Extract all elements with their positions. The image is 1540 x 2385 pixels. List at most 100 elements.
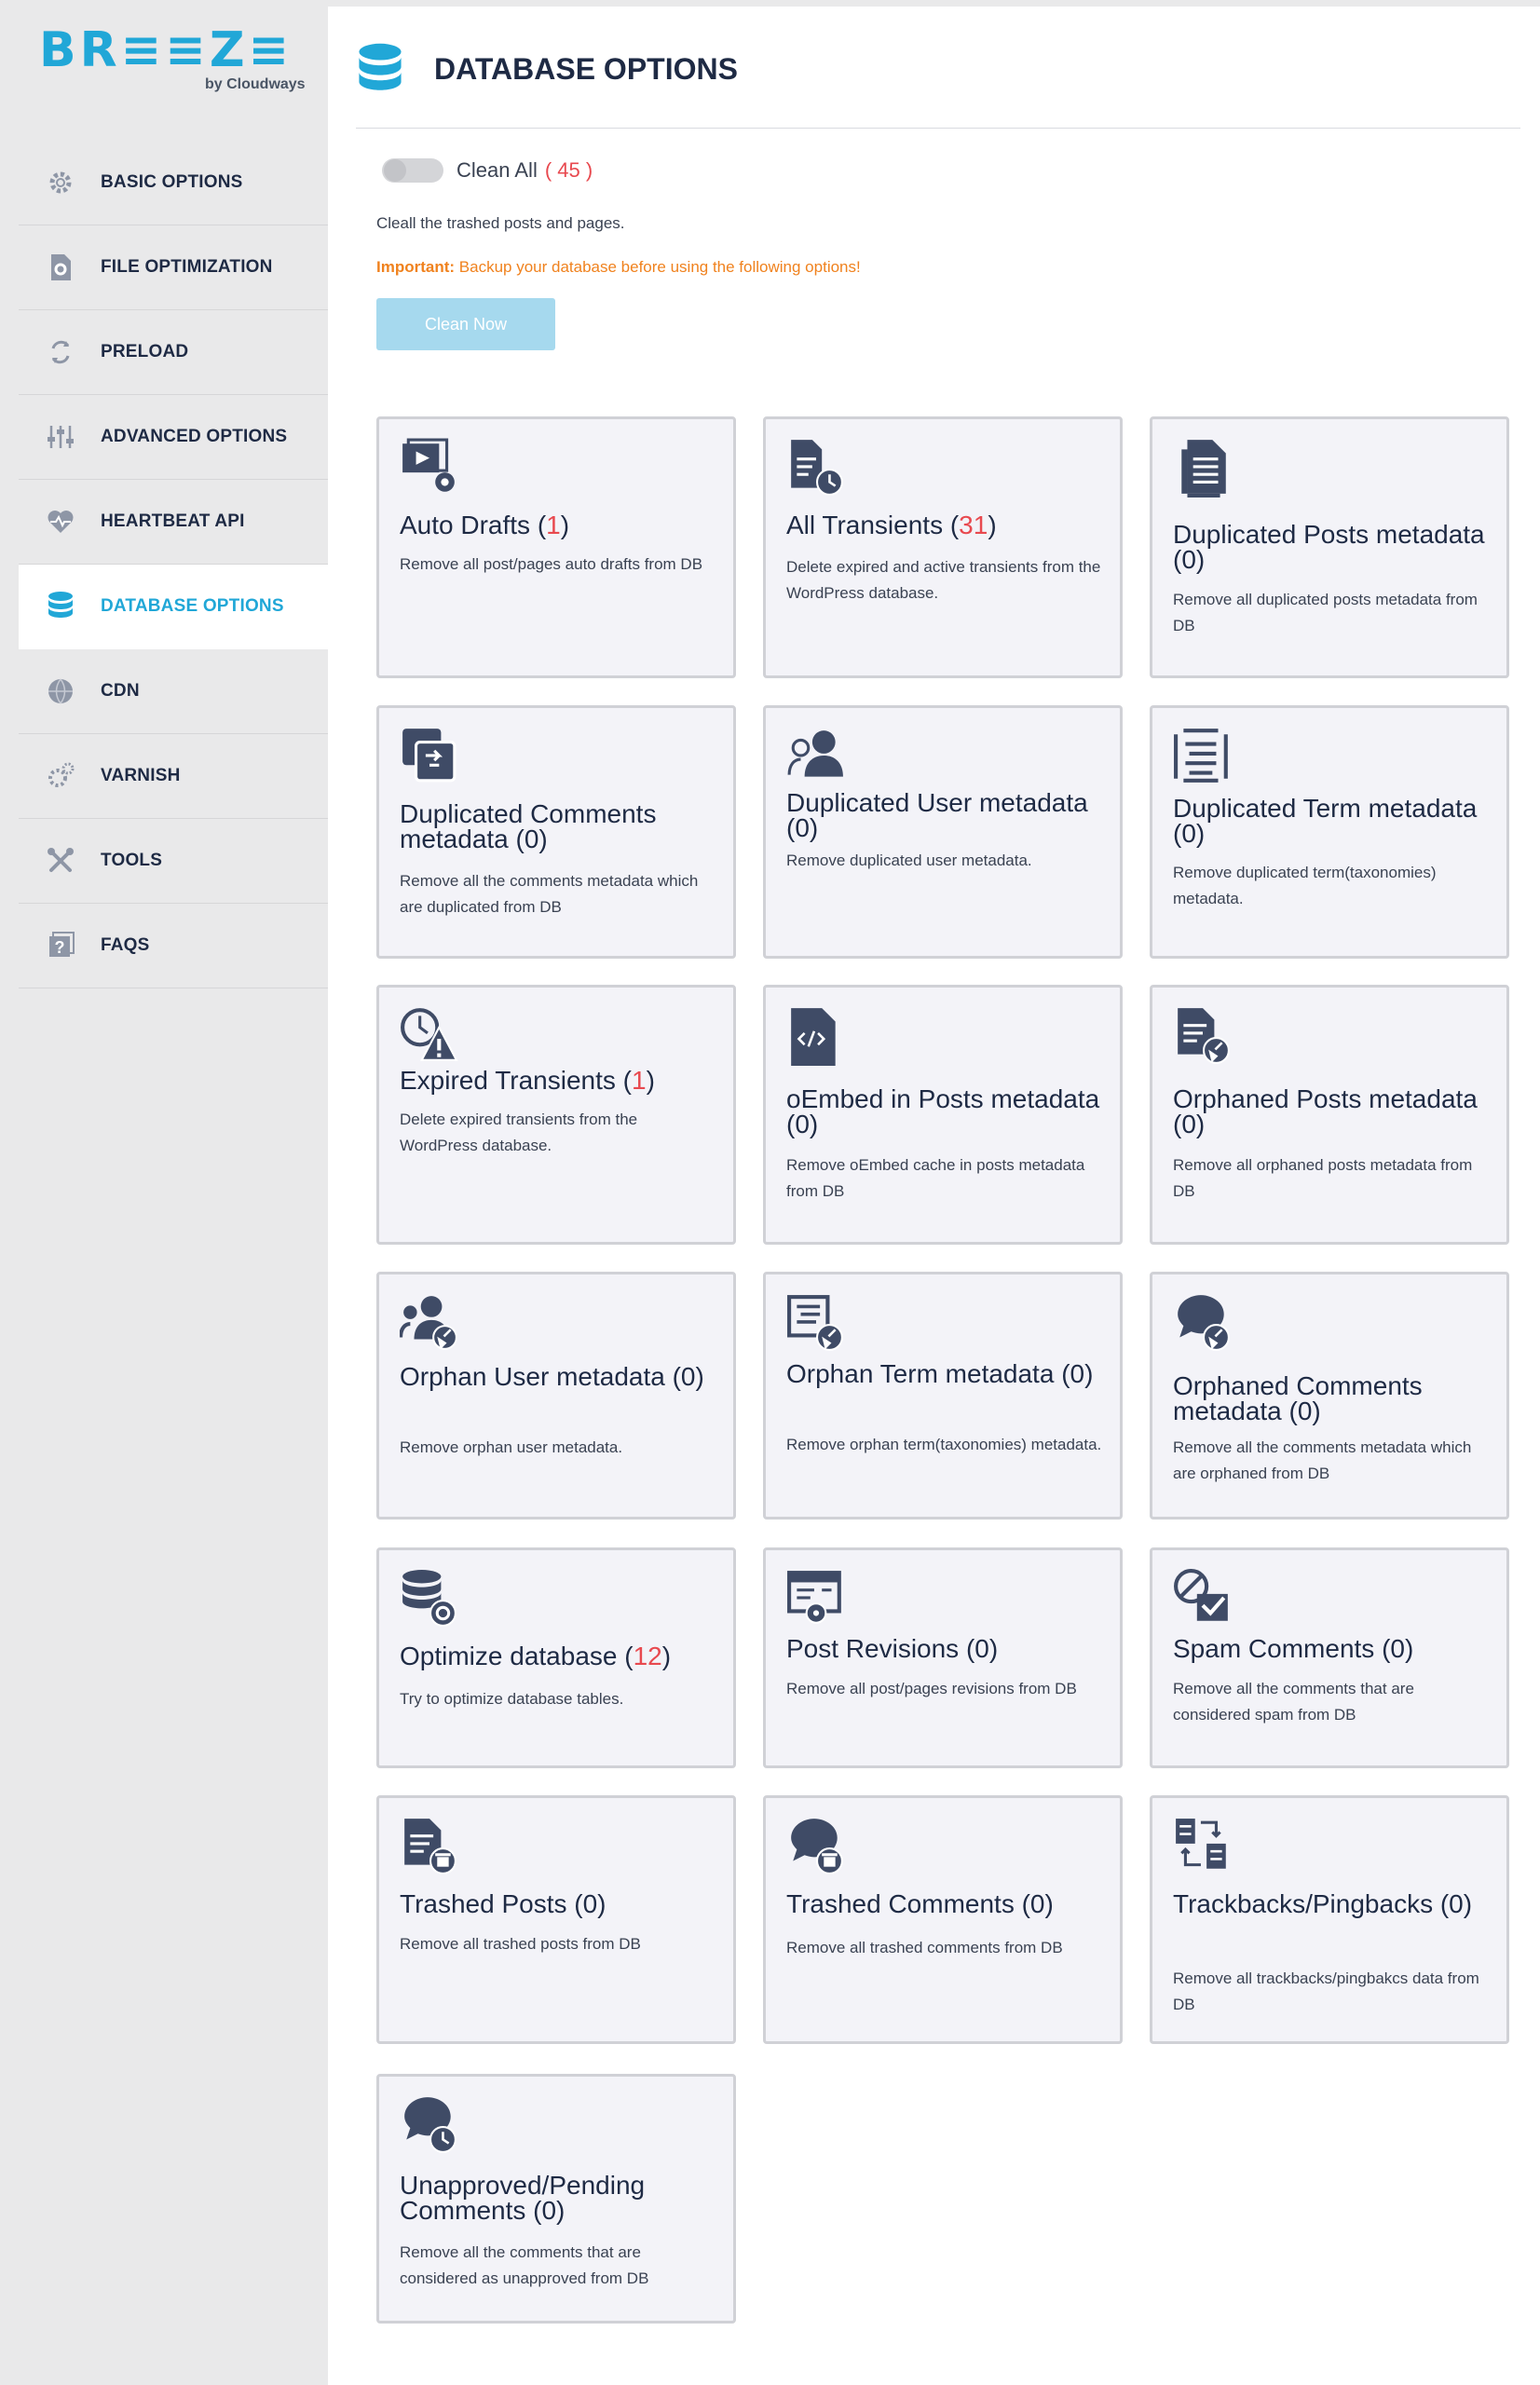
option-card[interactable]: Expired Transients (1) Delete expired tra… [376, 985, 736, 1245]
sidebar-nav: BASIC OPTIONS FILE OPTIMIZATION PRELOAD … [19, 141, 328, 988]
option-title: Spam Comments (0) [1173, 1636, 1490, 1662]
sidebar-item-preload[interactable]: PRELOAD [19, 310, 328, 395]
option-card[interactable]: Orphan Term metadata (0) Remove orphan te… [763, 1272, 1123, 1520]
sidebar-item-faqs[interactable]: ? FAQS [19, 904, 328, 988]
sidebar-item-label: CDN [101, 681, 140, 701]
sidebar-item-label: FAQS [101, 935, 150, 955]
option-card[interactable]: Orphaned Posts metadata (0) Remove all or… [1150, 985, 1509, 1245]
clean-all-label: Clean All [457, 158, 538, 182]
option-title-text: Orphaned Comments metadata (0) [1173, 1371, 1423, 1425]
option-description: Remove all orphaned posts metadata from … [1173, 1156, 1473, 1200]
option-description: Remove all trashed comments from DB [786, 1939, 1063, 1956]
sidebar-item-advanced-options[interactable]: ADVANCED OPTIONS [19, 395, 328, 480]
logo-subtitle: by Cloudways [205, 76, 306, 92]
option-title: Trackbacks/Pingbacks (0) [1173, 1889, 1490, 1918]
file-gear-icon [43, 250, 78, 285]
option-card[interactable]: Trashed Comments (0) Remove all trashed c… [763, 1795, 1123, 2044]
sidebar-item-database-options[interactable]: DATABASE OPTIONS [19, 565, 328, 649]
sidebar-item-label: ADVANCED OPTIONS [101, 427, 288, 446]
option-title-text: Optimize database ( [400, 1642, 634, 1670]
option-title-text: Trackbacks/Pingbacks (0) [1173, 1889, 1473, 1918]
svg-text:?: ? [55, 938, 65, 957]
option-count: 31 [959, 511, 988, 539]
heartbeat-icon [43, 504, 78, 539]
sidebar-item-label: PRELOAD [101, 342, 189, 361]
sidebar: BR≡≡Z≡ by Cloudways BASIC OPTIONS FILE O… [0, 0, 328, 2385]
database-gear-icon [400, 1569, 459, 1629]
tools-icon [43, 843, 78, 879]
option-title: Optimize database (12) [400, 1642, 716, 1670]
sidebar-item-label: TOOLS [101, 851, 163, 870]
option-card[interactable]: Auto Drafts (1) Remove all post/pages aut… [376, 416, 736, 678]
clean-now-button[interactable]: Clean Now [376, 298, 555, 350]
breeze-logo[interactable]: BR≡≡Z≡ by Cloudways [39, 26, 319, 95]
gear-icon [43, 165, 78, 200]
option-title: All Transients (31) [786, 512, 1103, 538]
toggle-knob [384, 159, 406, 182]
option-title-text: Trashed Comments (0) [786, 1889, 1054, 1918]
option-description: Remove all post/pages revisions from DB [786, 1680, 1077, 1697]
option-title: Auto Drafts (1) [400, 512, 716, 538]
sidebar-item-file-optimization[interactable]: FILE OPTIMIZATION [19, 225, 328, 310]
option-title-text: Post Revisions (0) [786, 1634, 999, 1663]
option-card[interactable]: Duplicated User metadata (0) Remove dupli… [763, 705, 1123, 959]
option-title-text: Trashed Posts (0) [400, 1889, 606, 1918]
option-description: Remove all the comments that are conside… [1173, 1680, 1414, 1724]
option-title: Orphan User metadata (0) [400, 1364, 716, 1390]
sidebar-item-cdn[interactable]: CDN [19, 649, 328, 734]
option-title-text: Orphan Term metadata (0) [786, 1359, 1094, 1388]
code-file-icon [786, 1006, 846, 1066]
option-title-text: Orphaned Posts metadata (0) [1173, 1084, 1478, 1138]
comment-copy-icon [400, 727, 459, 786]
option-card[interactable]: Post Revisions (0) Remove all post/pages … [763, 1547, 1123, 1768]
option-description: Remove orphan term(taxonomies) metadata. [786, 1436, 1102, 1453]
option-title: Unapproved/Pending Comments (0) [400, 2171, 716, 2225]
option-card[interactable]: Orphaned Comments metadata (0) Remove all… [1150, 1272, 1509, 1520]
term-broom-icon [786, 1293, 846, 1353]
option-card[interactable]: Orphan User metadata (0) Remove orphan us… [376, 1272, 736, 1520]
option-card[interactable]: Trashed Posts (0) Remove all trashed post… [376, 1795, 736, 2044]
option-title-text: oEmbed in Posts metadata (0) [786, 1084, 1100, 1138]
sidebar-item-label: DATABASE OPTIONS [101, 596, 284, 616]
important-text: Backup your database before using the fo… [455, 258, 861, 276]
option-card[interactable]: All Transients (31) Delete expired and ac… [763, 416, 1123, 678]
clean-all-toggle[interactable] [382, 158, 443, 183]
option-title-text: Auto Drafts ( [400, 511, 547, 539]
option-title: Expired Transients (1) [400, 1066, 716, 1095]
sidebar-item-basic-options[interactable]: BASIC OPTIONS [19, 141, 328, 225]
users-broom-icon [398, 1293, 459, 1353]
clean-all-count: ( 45 ) [544, 158, 593, 182]
option-description: Remove all the comments that are conside… [400, 2243, 649, 2287]
option-title-text: Expired Transients ( [400, 1066, 632, 1095]
question-icon: ? [43, 928, 78, 963]
document-broom-icon [1173, 1006, 1233, 1066]
option-title-text: Unapproved/Pending Comments (0) [400, 2171, 646, 2225]
option-card[interactable]: Duplicated Comments metadata (0) Remove a… [376, 705, 736, 959]
documents-icon [1173, 438, 1233, 497]
important-prefix: Important: [376, 258, 456, 276]
option-description: Remove all duplicated posts metadata fro… [1173, 591, 1478, 634]
sidebar-item-heartbeat-api[interactable]: HEARTBEAT API [19, 480, 328, 565]
option-title-text: Duplicated Comments metadata (0) [400, 799, 657, 853]
option-card[interactable]: Spam Comments (0) Remove all the comments… [1150, 1547, 1509, 1768]
option-card[interactable]: Trackbacks/Pingbacks (0) Remove all track… [1150, 1795, 1509, 2044]
option-count: 12 [633, 1642, 662, 1670]
option-description: Remove all trashed posts from DB [400, 1935, 641, 1953]
option-description: Delete expired transients from the WordP… [400, 1111, 638, 1154]
clean-all-row: Clean All ( 45 ) [382, 158, 593, 183]
sidebar-item-tools[interactable]: TOOLS [19, 819, 328, 904]
option-card[interactable]: Unapproved/Pending Comments (0) Remove al… [376, 2074, 736, 2324]
window-revision-icon [786, 1569, 846, 1629]
option-title-close: ) [560, 511, 570, 539]
database-icon [356, 43, 404, 102]
refresh-icon [43, 334, 78, 370]
document-trash-icon [400, 1817, 459, 1876]
option-card[interactable]: Optimize database (12) Try to optimize da… [376, 1547, 736, 1768]
sidebar-item-varnish[interactable]: VARNISH [19, 734, 328, 819]
option-card[interactable]: Duplicated Posts metadata (0) Remove all … [1150, 416, 1509, 678]
option-card[interactable]: Duplicated Term metadata (0) Remove dupli… [1150, 705, 1509, 959]
option-card[interactable]: oEmbed in Posts metadata (0) Remove oEmbe… [763, 985, 1123, 1245]
clean-all-note: Cleall the trashed posts and pages. [376, 214, 625, 232]
option-count: 1 [546, 511, 561, 539]
option-description: Remove orphan user metadata. [400, 1438, 623, 1456]
